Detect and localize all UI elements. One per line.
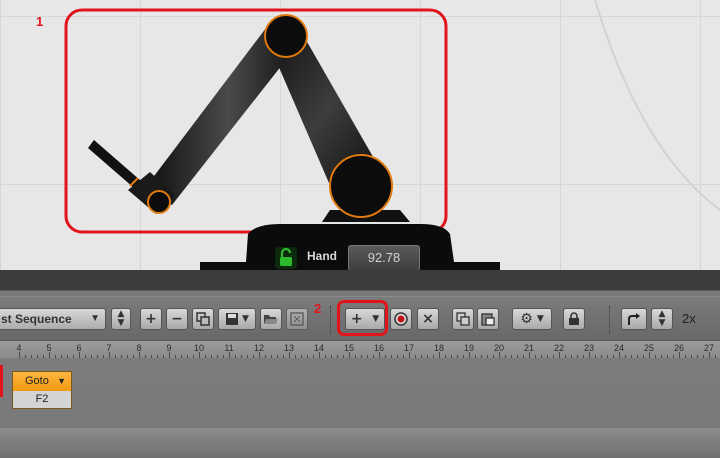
lock-button[interactable] [563,308,585,330]
export-icon[interactable] [286,308,308,330]
copy-icon[interactable] [452,308,474,330]
chevron-down-icon: ▼ [372,314,380,324]
chevron-down-icon[interactable]: ▼ [57,372,66,391]
shoulder-joint[interactable] [329,154,393,218]
save-icon [226,313,239,325]
redo-arrow-icon[interactable] [621,308,647,330]
sequence-select[interactable]: st Sequence ▼ [0,308,106,330]
wrist-joint[interactable] [147,190,171,214]
annotation-label-1: 1 [36,14,44,29]
add-sequence-button[interactable]: + [140,308,162,330]
speed-label: 2x [682,311,696,326]
hand-label: Hand [307,249,337,263]
chevron-down-icon: ▼ [242,314,249,324]
toolbar-separator [330,306,331,334]
record-button[interactable] [390,308,412,330]
goto-step-header[interactable]: Goto ▼ [13,372,71,391]
timeline-track-footer [0,428,720,458]
hand-value-field[interactable]: 92.78 [348,245,420,271]
folder-open-icon[interactable] [260,308,282,330]
robot-gripper-finger [88,140,140,188]
delete-step-button[interactable]: × [417,308,439,330]
remove-sequence-button[interactable]: − [166,308,188,330]
down-arrow-icon: ▼ [658,318,666,328]
goto-step-block[interactable]: Goto ▼ F2 [12,371,72,409]
lock-open-icon[interactable] [274,246,298,270]
speed-spinner[interactable]: ▲ ▼ [651,308,673,330]
sequence-spinner[interactable]: ▲ ▼ [111,308,131,330]
sequence-select-value: st Sequence [1,312,72,326]
elbow-joint[interactable] [264,14,308,58]
playhead-marker[interactable] [0,365,3,397]
record-icon [394,312,408,326]
add-step-button[interactable]: + ▼ [345,308,385,330]
toolbar-separator [609,306,610,334]
goto-step-title: Goto [25,375,49,387]
chevron-down-icon: ▼ [90,313,100,324]
timeline-ruler[interactable]: 4 5 6 7 8 9 10 11 12 13 14 15 16 17 18 19 20 21 22 23 24 25 26… [0,340,720,359]
down-arrow-icon: ▼ [117,318,125,328]
goto-step-param[interactable]: F2 [13,391,71,408]
chevron-down-icon: ▼ [536,314,544,324]
annotation-label-2: 2 [314,301,322,316]
lock-icon [569,312,579,325]
paste-icon[interactable] [477,308,499,330]
duplicate-icon[interactable] [192,308,214,330]
add-step-label: + [350,311,363,327]
save-menu-button[interactable]: ▼ [218,308,256,330]
settings-menu-button[interactable]: ⚙ ▼ [512,308,552,330]
workspace-arc [594,0,720,211]
gear-icon: ⚙ [520,311,533,327]
